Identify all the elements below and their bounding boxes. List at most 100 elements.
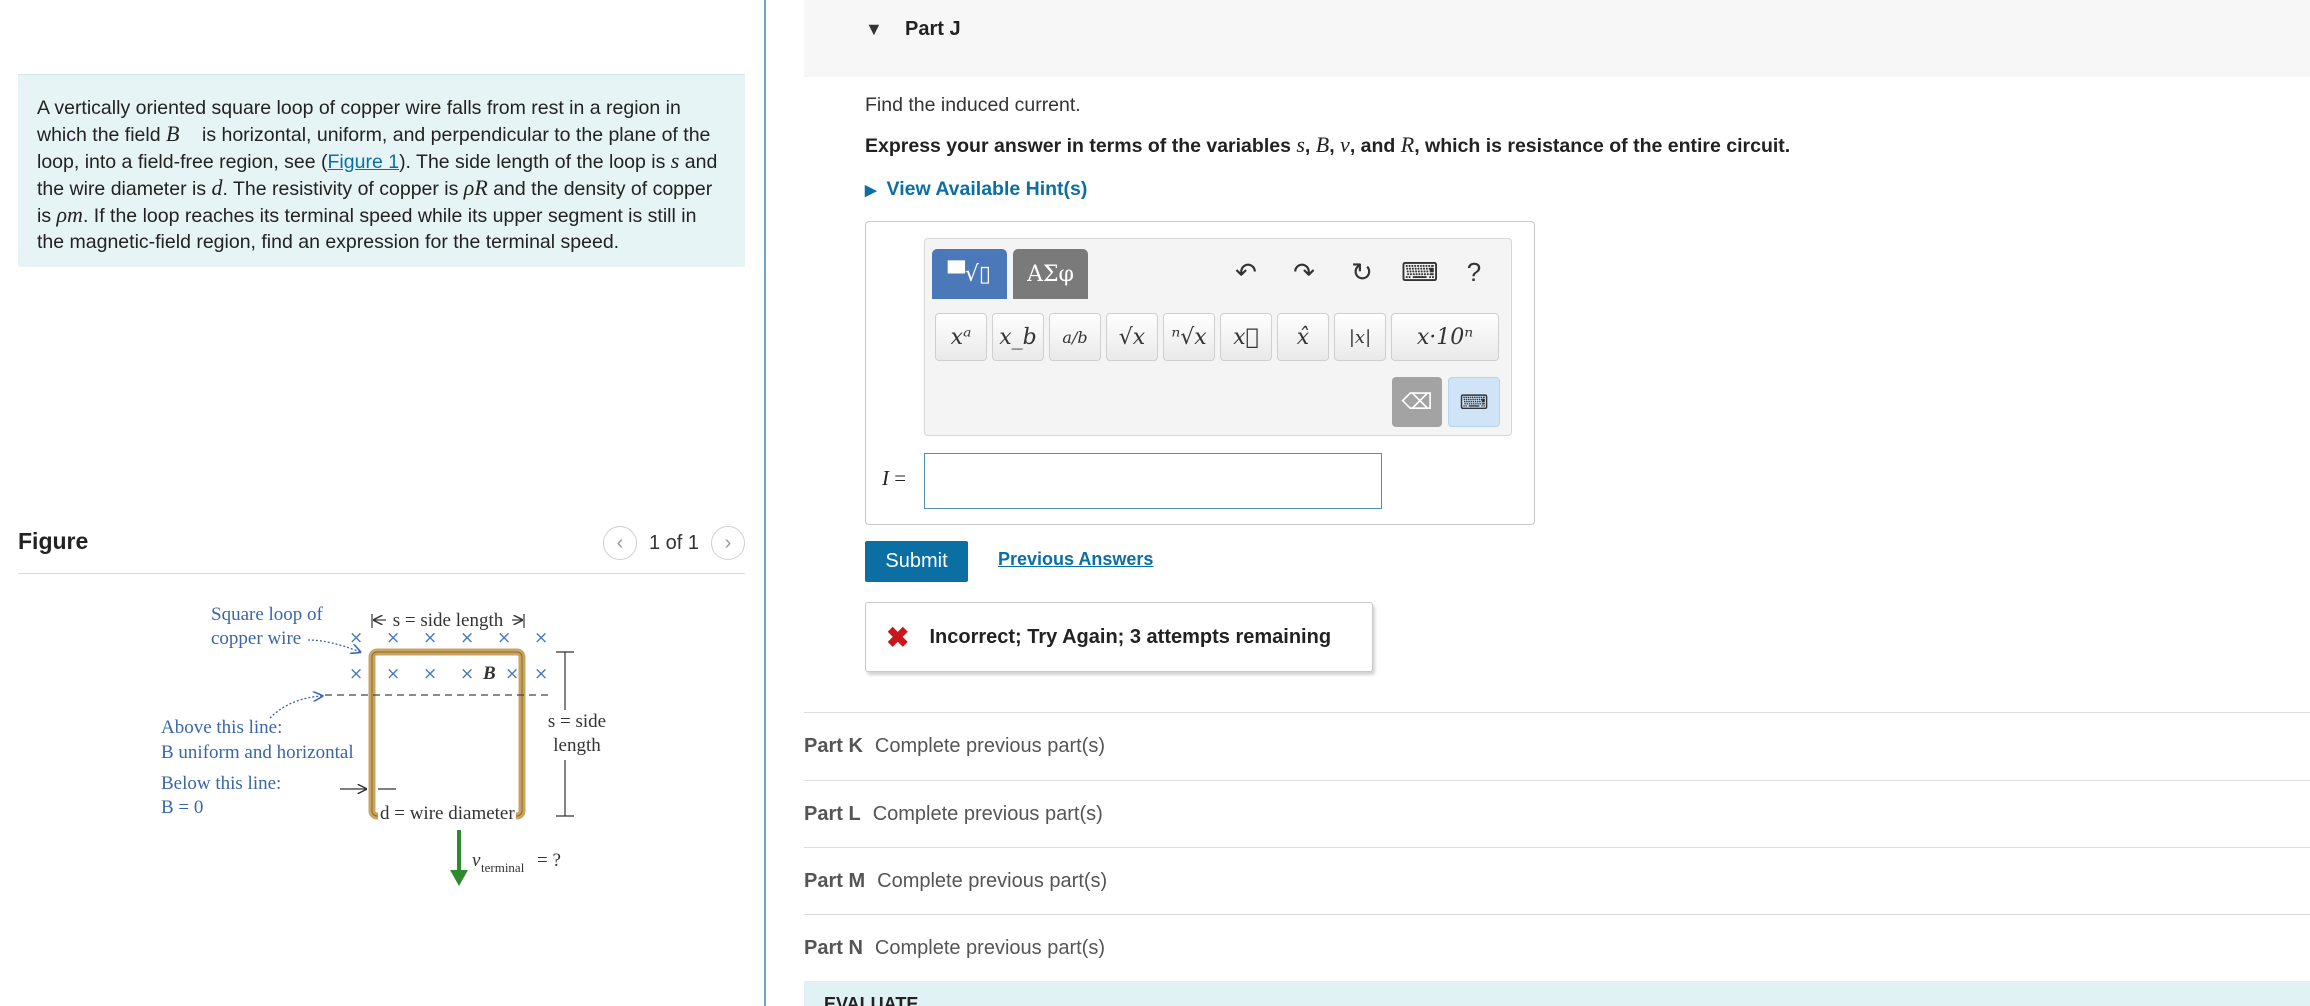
part-l-row[interactable]: Part L Complete previous part(s): [804, 780, 2310, 848]
subscript-button[interactable]: x_b: [992, 313, 1044, 361]
symbols-tab[interactable]: ΑΣφ: [1013, 249, 1088, 299]
var-v: v: [1340, 132, 1350, 157]
unit-vector-button[interactable]: x̂: [1277, 313, 1329, 361]
label-above-2: B uniform and horizontal: [161, 742, 354, 763]
answer-variable-label: I =: [882, 466, 906, 491]
figure-page-count: 1 of 1: [648, 531, 699, 554]
fraction-button[interactable]: a/b: [1049, 313, 1101, 361]
part-status: Complete previous part(s): [874, 937, 1105, 959]
var-B: B: [1315, 132, 1330, 157]
incorrect-icon: ✖: [886, 621, 910, 653]
undo-icon[interactable]: ↶: [1229, 257, 1263, 288]
math-rhoR: ρR: [463, 175, 488, 200]
svg-text:×: ×: [497, 628, 511, 648]
answer-equals: =: [889, 466, 907, 490]
power-button[interactable]: xᵃ: [935, 313, 987, 361]
svg-text:×: ×: [349, 664, 363, 684]
sci-notation-button[interactable]: x·10ⁿ: [1391, 313, 1499, 361]
question-prompt: Find the induced current.: [865, 94, 1081, 116]
label-vterm: v: [472, 850, 481, 871]
submit-button[interactable]: Submit: [865, 541, 968, 582]
math-toolbar: ▀√▯ ΑΣφ ↶ ↷ ↻ ⌨ ? xᵃ x_b a/b √x ⁿ√x x⃗ x…: [924, 238, 1512, 436]
part-n-row[interactable]: Part N Complete previous part(s): [804, 914, 2310, 982]
figure-title: Figure: [18, 528, 89, 554]
label-vterm-sub: terminal: [481, 860, 525, 875]
vector-button[interactable]: x⃗: [1220, 313, 1272, 361]
part-label: Part L: [804, 803, 861, 825]
label-below-2: B = 0: [161, 797, 203, 818]
answer-input[interactable]: [924, 453, 1382, 509]
redo-icon[interactable]: ↷: [1287, 257, 1321, 288]
svg-text:×: ×: [423, 628, 437, 648]
part-j-title: Part J: [905, 18, 961, 40]
evaluate-section: EVALUATE: [804, 981, 2310, 1006]
math-rhom: ρm: [56, 202, 83, 227]
label-side-right: s = side: [548, 711, 606, 732]
backspace-icon[interactable]: ⌫: [1392, 377, 1442, 427]
var-R: R: [1400, 132, 1415, 157]
feedback-text: Incorrect; Try Again; 3 attempts remaini…: [929, 625, 1332, 648]
problem-statement: A vertically oriented square loop of cop…: [18, 74, 745, 267]
previous-answers-link[interactable]: Previous Answers: [998, 549, 1153, 570]
keyboard-toggle-icon[interactable]: ⌨: [1448, 377, 1500, 427]
svg-text:×: ×: [534, 628, 548, 648]
part-k-row[interactable]: Part K Complete previous part(s): [804, 712, 2310, 780]
reset-icon[interactable]: ↻: [1345, 257, 1379, 288]
part-label: Part N: [804, 937, 863, 959]
svg-text:×: ×: [386, 628, 400, 648]
part-m-row[interactable]: Part M Complete previous part(s): [804, 847, 2310, 915]
instruction-text: Express your answer in terms of the vari…: [865, 135, 1297, 157]
svg-text:×: ×: [460, 664, 474, 684]
label-loop-2: copper wire: [211, 628, 301, 649]
part-j-header[interactable]: ▼ Part J: [804, 0, 2310, 77]
chevron-right-icon[interactable]: ›: [711, 526, 745, 560]
nth-root-button[interactable]: ⁿ√x: [1163, 313, 1215, 361]
svg-text:×: ×: [534, 664, 548, 684]
svg-text:×: ×: [386, 664, 400, 684]
answer-area: ▀√▯ ΑΣφ ↶ ↷ ↻ ⌨ ? xᵃ x_b a/b √x ⁿ√x x⃗ x…: [865, 221, 1535, 525]
question-instruction: Express your answer in terms of the vari…: [865, 132, 1790, 158]
part-status: Complete previous part(s): [874, 735, 1105, 757]
sqrt-button[interactable]: √x: [1106, 313, 1158, 361]
view-hints-link[interactable]: ▶ View Available Hint(s): [865, 178, 1087, 201]
problem-pane: A vertically oriented square loop of cop…: [0, 0, 764, 1006]
problem-text: ). The side length of the loop is: [399, 151, 671, 173]
hints-label: View Available Hint(s): [886, 178, 1088, 200]
label-side-top: s = side length: [393, 610, 504, 631]
label-loop: Square loop of: [211, 604, 324, 625]
instruction-sep: , and: [1349, 135, 1401, 157]
loop-diagram: × × × × × × × × × × × × s = side length s = side l…: [161, 604, 606, 886]
help-icon[interactable]: ?: [1457, 257, 1491, 288]
label-side-right-length: length: [553, 735, 601, 756]
svg-text:×: ×: [423, 664, 437, 684]
label-B-inside: B: [482, 663, 496, 684]
instruction-text: , which is resistance of the entire circ…: [1414, 135, 1791, 157]
svg-text:×: ×: [460, 628, 474, 648]
label-vterm-eq: = ?: [537, 850, 561, 871]
problem-text: . If the loop reaches its terminal speed…: [37, 205, 697, 253]
svg-text:×: ×: [349, 628, 363, 648]
answer-variable: I: [882, 466, 889, 490]
keyboard-shortcuts-icon[interactable]: ⌨: [1401, 257, 1439, 288]
caret-right-icon: ▶: [865, 181, 877, 199]
instruction-sep: ,: [1304, 135, 1316, 157]
label-below: Below this line:: [161, 773, 281, 794]
question-pane: ▼ Part J Find the induced current. Expre…: [766, 0, 2310, 1006]
caret-down-icon[interactable]: ▼: [865, 19, 883, 40]
math-d: d: [211, 175, 223, 200]
part-label: Part K: [804, 735, 863, 757]
figure-pager: ‹ 1 of 1 ›: [602, 526, 745, 560]
label-wire-diameter: d = wire diameter: [380, 803, 515, 824]
abs-value-button[interactable]: |x|: [1334, 313, 1386, 361]
figure-link[interactable]: Figure 1: [328, 151, 400, 173]
instruction-sep: ,: [1329, 135, 1341, 157]
velocity-arrow: [450, 870, 468, 886]
templates-tab[interactable]: ▀√▯: [932, 249, 1007, 299]
chevron-left-icon[interactable]: ‹: [602, 526, 637, 560]
part-status: Complete previous part(s): [872, 803, 1103, 825]
math-B: B⃗: [166, 121, 197, 146]
feedback-box: ✖ Incorrect; Try Again; 3 attempts remai…: [865, 602, 1373, 672]
figure-header: Figure ‹ 1 of 1 ›: [18, 522, 745, 574]
svg-text:×: ×: [505, 664, 519, 684]
part-label: Part M: [804, 870, 866, 892]
